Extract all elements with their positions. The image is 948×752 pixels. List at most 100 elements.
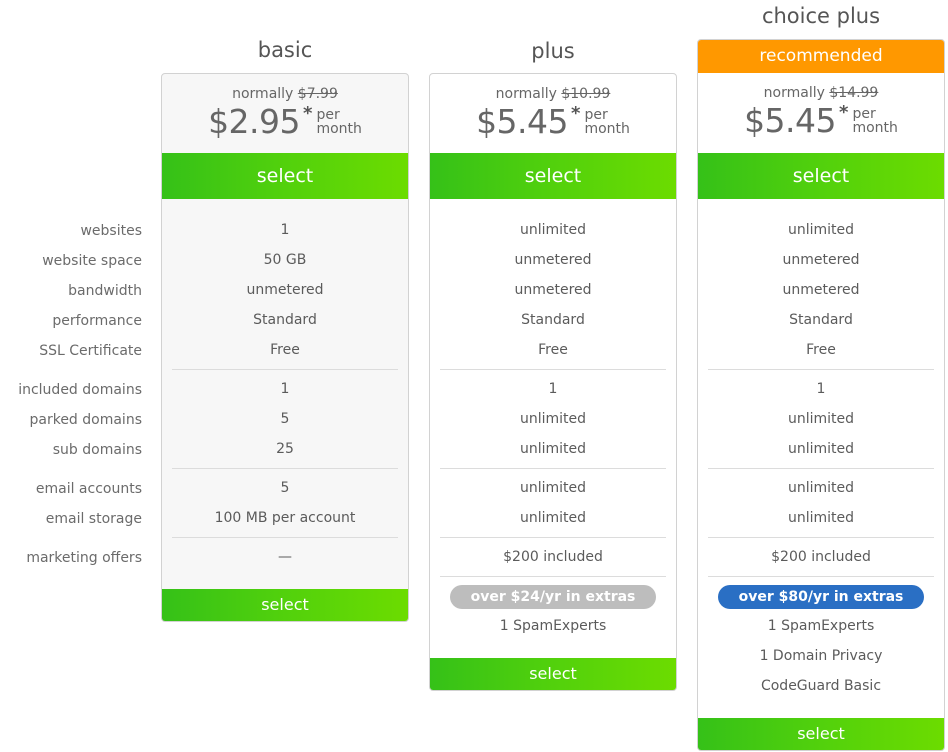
extras-badge: over $80/yr in extras bbox=[718, 585, 924, 609]
value-websites: unlimited bbox=[787, 222, 855, 238]
select-button-bottom[interactable]: select bbox=[162, 589, 408, 621]
normally-label: normally bbox=[232, 86, 294, 102]
select-button-top[interactable]: select bbox=[162, 153, 408, 199]
extra-item-codeguard: CodeGuard Basic bbox=[760, 678, 882, 694]
plan-title: plus bbox=[531, 39, 575, 63]
normally-label: normally bbox=[495, 86, 557, 102]
plan-title: choice plus bbox=[761, 4, 881, 28]
old-price: $14.99 bbox=[829, 85, 879, 101]
extra-item-domain-privacy: 1 Domain Privacy bbox=[759, 648, 883, 664]
value-included-domains: 1 bbox=[816, 381, 826, 397]
value-websites: 1 bbox=[280, 222, 290, 238]
label-website-space: website space bbox=[42, 253, 142, 269]
value-ssl-certificate: Free bbox=[538, 342, 568, 358]
extras-badge: over $24/yr in extras bbox=[450, 585, 656, 609]
divider bbox=[440, 576, 666, 577]
value-performance: Standard bbox=[521, 312, 585, 328]
value-email-storage: unlimited bbox=[787, 510, 855, 526]
divider bbox=[172, 537, 398, 538]
value-bandwidth: unmetered bbox=[246, 282, 324, 298]
value-marketing-offers: — bbox=[278, 549, 292, 565]
extra-item-spamexperts: 1 SpamExperts bbox=[767, 618, 875, 634]
plan-title: basic bbox=[257, 38, 313, 62]
price: $5.45 bbox=[744, 101, 837, 140]
label-email-accounts: email accounts bbox=[35, 481, 142, 497]
plan-basic: basic normally $7.99 $2.95 * per month s… bbox=[161, 0, 409, 752]
per-month: per month bbox=[584, 108, 629, 136]
divider bbox=[708, 576, 934, 577]
label-bandwidth: bandwidth bbox=[68, 283, 142, 299]
value-performance: Standard bbox=[789, 312, 853, 328]
asterisk: * bbox=[571, 103, 581, 124]
value-parked-domains: unlimited bbox=[519, 411, 587, 427]
normal-price: normally $14.99 bbox=[698, 73, 944, 101]
divider bbox=[440, 537, 666, 538]
select-button-top[interactable]: select bbox=[698, 153, 944, 199]
value-sub-domains: 25 bbox=[276, 441, 294, 457]
price-block: normally $10.99 $5.45 * per month bbox=[430, 74, 676, 153]
price-block: normally $7.99 $2.95 * per month bbox=[162, 74, 408, 153]
divider bbox=[708, 468, 934, 469]
divider bbox=[708, 369, 934, 370]
value-parked-domains: unlimited bbox=[787, 411, 855, 427]
plan-choice-plus: choice plus recommended normally $14.99 … bbox=[697, 0, 945, 752]
asterisk: * bbox=[839, 102, 849, 123]
label-sub-domains: sub domains bbox=[52, 442, 142, 458]
month-label: month bbox=[852, 120, 898, 136]
month-label: month bbox=[316, 121, 362, 137]
normal-price: normally $7.99 bbox=[162, 74, 408, 102]
value-websites: unlimited bbox=[519, 222, 587, 238]
price: $2.95 bbox=[208, 102, 301, 141]
extra-item: 1 SpamExperts bbox=[499, 618, 607, 634]
value-bandwidth: unmetered bbox=[782, 282, 860, 298]
value-ssl-certificate: Free bbox=[806, 342, 836, 358]
plan-card: normally $10.99 $5.45 * per month select… bbox=[429, 73, 677, 691]
month-label: month bbox=[584, 121, 630, 137]
value-email-storage: 100 MB per account bbox=[214, 510, 356, 526]
label-performance: performance bbox=[52, 313, 142, 329]
select-button-top[interactable]: select bbox=[430, 153, 676, 199]
value-sub-domains: unlimited bbox=[519, 441, 587, 457]
value-email-accounts: unlimited bbox=[787, 480, 855, 496]
price-row: $5.45 * per month bbox=[430, 104, 676, 140]
value-website-space: unmetered bbox=[514, 252, 592, 268]
divider bbox=[708, 537, 934, 538]
value-email-accounts: 5 bbox=[280, 480, 290, 496]
value-parked-domains: 5 bbox=[280, 411, 290, 427]
select-button-bottom[interactable]: select bbox=[698, 718, 944, 750]
label-ssl-certificate: SSL Certificate bbox=[39, 343, 142, 359]
value-website-space: 50 GB bbox=[263, 252, 307, 268]
plan-card: normally $7.99 $2.95 * per month select … bbox=[161, 73, 409, 622]
normally-label: normally bbox=[763, 85, 825, 101]
select-button-bottom[interactable]: select bbox=[430, 658, 676, 690]
value-performance: Standard bbox=[253, 312, 317, 328]
value-marketing-offers: $200 included bbox=[503, 549, 603, 565]
price-row: $2.95 * per month bbox=[162, 104, 408, 140]
plan-plus: plus normally $10.99 $5.45 * per month s… bbox=[429, 0, 677, 752]
value-included-domains: 1 bbox=[280, 381, 290, 397]
normal-price: normally $10.99 bbox=[430, 74, 676, 102]
price: $5.45 bbox=[476, 102, 569, 141]
feature-values: unlimited unmetered unmetered Standard F… bbox=[430, 199, 676, 658]
per-month: per month bbox=[852, 107, 897, 135]
value-website-space: unmetered bbox=[782, 252, 860, 268]
price-block: normally $14.99 $5.45 * per month bbox=[698, 73, 944, 153]
value-marketing-offers: $200 included bbox=[771, 549, 871, 565]
divider bbox=[440, 369, 666, 370]
value-sub-domains: unlimited bbox=[787, 441, 855, 457]
label-email-storage: email storage bbox=[45, 511, 142, 527]
feature-values: 1 50 GB unmetered Standard Free 1 5 25 5… bbox=[162, 199, 408, 589]
label-parked-domains: parked domains bbox=[29, 412, 142, 428]
plan-card: recommended normally $14.99 $5.45 * per … bbox=[697, 39, 945, 751]
old-price: $7.99 bbox=[297, 86, 338, 102]
asterisk: * bbox=[303, 103, 313, 124]
divider bbox=[172, 468, 398, 469]
old-price: $10.99 bbox=[561, 86, 611, 102]
divider bbox=[440, 468, 666, 469]
value-email-storage: unlimited bbox=[519, 510, 587, 526]
price-row: $5.45 * per month bbox=[698, 103, 944, 139]
feature-values: unlimited unmetered unmetered Standard F… bbox=[698, 199, 944, 718]
label-marketing-offers: marketing offers bbox=[26, 550, 142, 566]
value-email-accounts: unlimited bbox=[519, 480, 587, 496]
label-included-domains: included domains bbox=[18, 382, 142, 398]
